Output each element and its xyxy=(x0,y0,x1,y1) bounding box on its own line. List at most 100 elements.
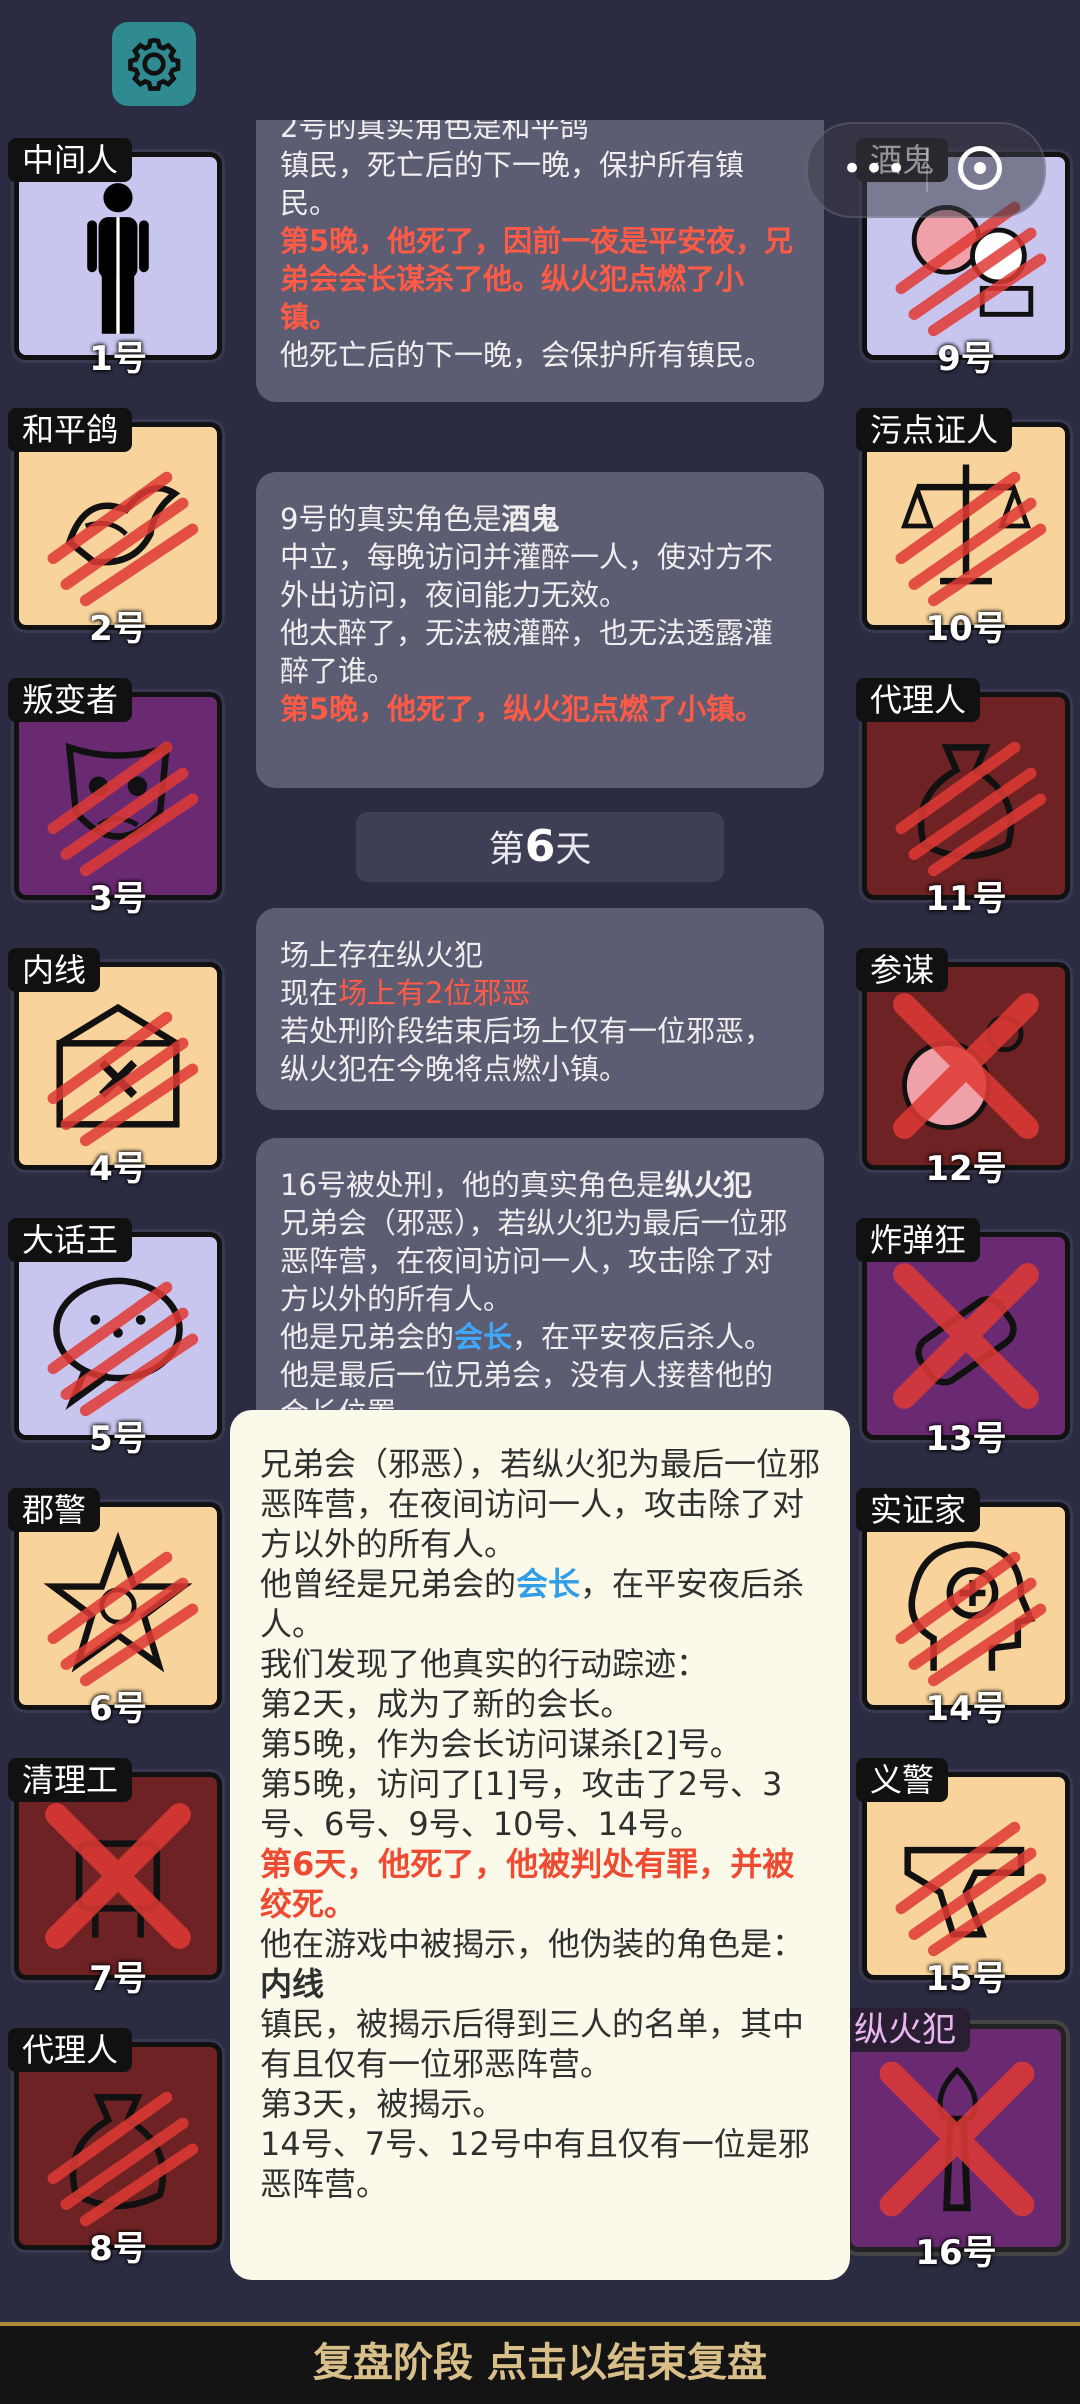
claw-marks-icon xyxy=(47,1011,199,1147)
player-portrait xyxy=(14,1232,222,1440)
role-label: 大话王 xyxy=(8,1218,133,1262)
player-card-6[interactable]: 郡警 6号 xyxy=(8,1488,222,1729)
message-text: 他太醉了，无法被灌醉，也无法透露灌醉了谁。 xyxy=(280,616,774,688)
claw-marks-icon xyxy=(47,2091,199,2227)
player-number: 3号 xyxy=(89,879,147,919)
log-message: 2号的真实角色是和平鸽 镇民，死亡后的下一晚，保护所有镇民。 第5晚，他死了，因… xyxy=(256,120,824,402)
popup-text: 兄弟会（邪恶），若纵火犯为最后一位邪恶阵营，在夜间访问一人，攻击除了对方以外的所… xyxy=(260,1445,821,1563)
player-portrait xyxy=(862,1772,1070,1980)
claw-marks-icon xyxy=(47,1281,199,1417)
popup-text: 他曾经是兄弟会的会长，在平安夜后杀人。 xyxy=(260,1565,805,1643)
role-label: 污点证人 xyxy=(856,408,1013,452)
player-portrait xyxy=(14,1502,222,1710)
player-portrait xyxy=(14,2042,222,2250)
player-card-13[interactable]: 炸弹狂 13号 xyxy=(856,1218,1070,1459)
message-death-note: 第5晚，他死了，因前一夜是平安夜，兄弟会会长谋杀了他。纵火犯点燃了小镇。 xyxy=(280,224,794,334)
player-card-14[interactable]: 实证家 14号 xyxy=(856,1488,1070,1729)
player-card-4[interactable]: 内线 4号 xyxy=(8,948,222,1189)
role-label: 代理人 xyxy=(856,678,981,722)
player-portrait xyxy=(846,2024,1066,2252)
player-card-2[interactable]: 和平鸽 2号 xyxy=(8,408,222,649)
settings-button[interactable] xyxy=(112,22,196,106)
role-label: 炸弹狂 xyxy=(856,1218,981,1262)
player-card-5[interactable]: 大话王 5号 xyxy=(8,1218,222,1459)
x-mark-icon xyxy=(893,1263,1039,1409)
message-title: 16号被处刑，他的真实角色是纵火犯 xyxy=(280,1168,752,1202)
person-icon xyxy=(87,183,149,334)
player-portrait xyxy=(862,962,1070,1170)
player-number: 5号 xyxy=(89,1419,147,1459)
x-mark-icon xyxy=(893,993,1039,1139)
game-log[interactable]: 2号的真实角色是和平鸽 镇民，死亡后的下一晚，保护所有镇民。 第5晚，他死了，因… xyxy=(256,120,824,1420)
claw-marks-icon xyxy=(47,1551,199,1687)
player-card-1[interactable]: 中间人 1号 xyxy=(8,138,222,379)
message-text: 若处刑阶段结束后场上仅有一位邪恶，纵火犯在今晚将点燃小镇。 xyxy=(280,1014,774,1086)
x-mark-icon xyxy=(879,2061,1035,2217)
end-review-button[interactable]: 复盘阶段 点击以结束复盘 xyxy=(0,2322,1080,2404)
message-text: 现在场上有2位邪恶 xyxy=(280,976,531,1010)
message-text: 中立，每晚访问并灌醉一人，使对方不外出访问，夜间能力无效。 xyxy=(280,540,774,612)
player-portrait xyxy=(14,152,222,360)
player-portrait xyxy=(14,422,222,630)
claw-marks-icon xyxy=(895,1821,1047,1957)
mini-program-capsule: ••• xyxy=(806,122,1046,218)
message-text: 场上存在纵火犯 xyxy=(280,938,484,972)
role-label: 和平鸽 xyxy=(8,408,133,452)
message-text: 他死亡后的下一晚，会保护所有镇民。 xyxy=(280,338,774,372)
player-portrait xyxy=(862,692,1070,900)
log-message: 场上存在纵火犯 现在场上有2位邪恶 若处刑阶段结束后场上仅有一位邪恶，纵火犯在今… xyxy=(256,908,824,1110)
player-number: 9号 xyxy=(937,339,995,379)
x-mark-icon xyxy=(45,1803,191,1949)
claw-marks-icon xyxy=(895,471,1047,607)
player-card-10[interactable]: 污点证人 10号 xyxy=(856,408,1070,649)
role-label: 清理工 xyxy=(8,1758,133,1802)
role-detail-popup[interactable]: 兄弟会（邪恶），若纵火犯为最后一位邪恶阵营，在夜间访问一人，攻击除了对方以外的所… xyxy=(230,1410,850,2280)
close-button[interactable] xyxy=(958,146,1002,190)
message-title: 9号的真实角色是酒鬼 xyxy=(280,502,560,536)
popup-text: 14号、7号、12号中有且仅有一位是邪恶阵营。 xyxy=(260,2125,810,2203)
popup-text: 我们发现了他真实的行动踪迹： xyxy=(260,1645,709,1683)
player-number: 15号 xyxy=(925,1959,1007,1999)
player-number: 8号 xyxy=(89,2229,147,2269)
popup-text: 镇民，被揭示后得到三人的名单，其中有且仅有一位邪恶阵营。 xyxy=(260,2005,805,2083)
player-number: 12号 xyxy=(925,1149,1007,1189)
capsule-divider xyxy=(926,148,928,192)
role-label: 内线 xyxy=(8,948,101,992)
player-card-8[interactable]: 代理人 8号 xyxy=(8,2028,222,2269)
claw-marks-icon xyxy=(47,741,199,877)
player-portrait xyxy=(862,422,1070,630)
message-text: 镇民，死亡后的下一晚，保护所有镇民。 xyxy=(280,148,745,220)
message-death-note: 第5晚，他死了，纵火犯点燃了小镇。 xyxy=(280,692,765,726)
player-portrait xyxy=(862,1232,1070,1440)
message-title: 2号的真实角色是和平鸽 xyxy=(280,120,589,144)
popup-text: 他在游戏中被揭示，他伪装的角色是：内线 xyxy=(260,1925,805,2003)
popup-text: 第2天，成为了新的会长。 xyxy=(260,1685,633,1723)
role-label: 义警 xyxy=(856,1758,949,1802)
player-number: 1号 xyxy=(89,339,147,379)
popup-text: 第5晚，作为会长访问谋杀[2]号。 xyxy=(260,1725,742,1763)
player-card-3[interactable]: 叛变者 3号 xyxy=(8,678,222,919)
role-label: 叛变者 xyxy=(8,678,133,722)
player-portrait xyxy=(862,1502,1070,1710)
player-card-16[interactable]: 纵火犯 16号 xyxy=(840,2008,1066,2273)
player-number: 7号 xyxy=(89,1959,147,1999)
player-number: 13号 xyxy=(925,1419,1007,1459)
popup-text: 第5晚，访问了[1]号，攻击了2号、3号、6号、9号、10号、14号。 xyxy=(260,1765,783,1843)
player-number: 10号 xyxy=(925,609,1007,649)
player-portrait xyxy=(14,962,222,1170)
player-number: 14号 xyxy=(925,1689,1007,1729)
more-menu-button[interactable]: ••• xyxy=(842,152,908,186)
player-card-15[interactable]: 义警 15号 xyxy=(856,1758,1070,1999)
role-label: 中间人 xyxy=(8,138,133,182)
claw-marks-icon xyxy=(895,741,1047,877)
player-card-12[interactable]: 参谋 12号 xyxy=(856,948,1070,1189)
gear-icon xyxy=(128,37,181,91)
role-label: 代理人 xyxy=(8,2028,133,2072)
role-label: 参谋 xyxy=(856,948,949,992)
player-number: 2号 xyxy=(89,609,147,649)
log-message: 16号被处刑，他的真实角色是纵火犯 兄弟会（邪恶），若纵火犯为最后一位邪恶阵营，… xyxy=(256,1138,824,1420)
player-card-11[interactable]: 代理人 11号 xyxy=(856,678,1070,919)
claw-marks-icon xyxy=(895,1551,1047,1687)
player-portrait xyxy=(14,692,222,900)
player-card-7[interactable]: 清理工 7号 xyxy=(8,1758,222,1999)
